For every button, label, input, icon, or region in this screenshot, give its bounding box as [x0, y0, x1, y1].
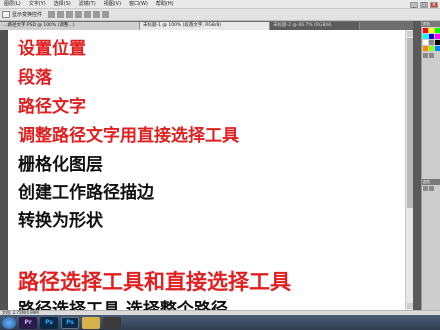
tools-panel	[0, 30, 8, 310]
show-transform-checkbox[interactable]	[2, 11, 10, 18]
distribute-icon[interactable]	[102, 11, 110, 18]
taskbar-recorder[interactable]	[103, 316, 121, 329]
tab-document-2[interactable]: 未标题-1 @ 100% (段落文字, RGB/8)	[140, 22, 270, 30]
swatch-10[interactable]	[429, 46, 434, 51]
doc-line-path-selection-tools: 路径选择工具和直接选择工具	[18, 270, 291, 294]
swatch-0[interactable]	[423, 28, 428, 33]
menu-window[interactable]: 窗口(W)	[125, 0, 152, 9]
window-controls: _ □ ×	[410, 0, 438, 9]
eye-icon[interactable]	[429, 186, 434, 191]
doc-line-rasterize-layer: 栅格化图层	[18, 155, 103, 175]
photoshop-icon: Ps	[66, 319, 74, 326]
tab-document-3[interactable]: 未标题-2 @ 66.7% (RGB/8)	[270, 22, 360, 30]
doc-line-path-selection-whole: 路径选择工具 选择整个路径	[18, 300, 228, 310]
menu-help[interactable]: 帮助(H)	[152, 0, 178, 9]
doc-line-convert-to-shape: 转换为形状	[18, 211, 103, 231]
document-tab-bar: …路径文字.PSD @ 100% (调整…) 未标题-1 @ 100% (段落文…	[0, 21, 420, 30]
align-left-icon[interactable]	[48, 11, 56, 18]
swatch-3[interactable]	[423, 34, 428, 39]
document-canvas[interactable]: 设置位置 段落 路径文字 调整路径文字用直接选择工具 栅格化图层 创建工作路径描…	[8, 30, 405, 310]
panel-dock-strip	[413, 21, 421, 310]
doc-line-path-text: 路径文字	[18, 97, 86, 117]
swatch-1[interactable]	[429, 28, 434, 33]
photoshop-icon: Ps	[45, 319, 53, 326]
doc-line-set-position: 设置位置	[18, 39, 86, 59]
windows-taskbar: Pr Ps Ps	[0, 315, 440, 330]
align-middle-icon[interactable]	[84, 11, 92, 18]
layers-tools-row	[422, 185, 440, 192]
menu-filter[interactable]: 滤镜(T)	[75, 0, 100, 9]
swatches-grid	[422, 27, 440, 52]
doc-line-create-work-path: 创建工作路径描边	[18, 183, 154, 203]
taskbar-photoshop-2[interactable]: Ps	[61, 316, 79, 329]
doc-line-paragraph: 段落	[18, 68, 52, 88]
premiere-icon: Pr	[24, 319, 32, 326]
menu-bar: 图层(L) 文字(Y) 选择(S) 滤镜(T) 视图(V) 窗口(W) 帮助(H…	[0, 0, 440, 9]
doc-line-adjust-path-text: 调整路径文字用直接选择工具	[18, 126, 239, 146]
layer-icon[interactable]	[423, 186, 428, 191]
swatch-11[interactable]	[435, 46, 440, 51]
swatch-9[interactable]	[423, 46, 428, 51]
vertical-scrollbar[interactable]	[405, 30, 413, 310]
menu-view[interactable]: 视图(V)	[100, 0, 125, 9]
menu-select[interactable]: 选择(S)	[50, 0, 75, 9]
maximize-button[interactable]: □	[420, 1, 428, 8]
minimize-button[interactable]: _	[410, 1, 418, 8]
swatch-8[interactable]	[435, 40, 440, 45]
swatch-5[interactable]	[435, 34, 440, 39]
taskbar-file-explorer[interactable]	[82, 316, 100, 329]
swatch-2[interactable]	[435, 28, 440, 33]
adjustment-icon[interactable]	[423, 53, 428, 58]
show-transform-label: 显示变换控件	[12, 12, 43, 18]
tool-options-bar: 显示变换控件	[0, 9, 440, 21]
taskbar-photoshop-1[interactable]: Ps	[40, 316, 58, 329]
taskbar-start[interactable]	[2, 316, 16, 329]
swatch-4[interactable]	[429, 34, 434, 39]
align-bottom-icon[interactable]	[93, 11, 101, 18]
swatch-7[interactable]	[429, 40, 434, 45]
align-right-icon[interactable]	[66, 11, 74, 18]
menu-layer[interactable]: 图层(L)	[0, 0, 25, 9]
menu-type[interactable]: 文字(Y)	[25, 0, 50, 9]
mask-icon[interactable]	[429, 53, 434, 58]
panel-tools-row	[422, 52, 440, 59]
align-center-icon[interactable]	[57, 11, 65, 18]
taskbar-premiere[interactable]: Pr	[19, 316, 37, 329]
tab-document-1[interactable]: …路径文字.PSD @ 100% (调整…)	[0, 22, 140, 30]
align-top-icon[interactable]	[75, 11, 83, 18]
swatch-6[interactable]	[423, 40, 428, 45]
close-button[interactable]: ×	[430, 1, 438, 8]
right-panels: 颜色 图层	[421, 21, 440, 310]
photoshop-window: 图层(L) 文字(Y) 选择(S) 滤镜(T) 视图(V) 窗口(W) 帮助(H…	[0, 0, 440, 330]
